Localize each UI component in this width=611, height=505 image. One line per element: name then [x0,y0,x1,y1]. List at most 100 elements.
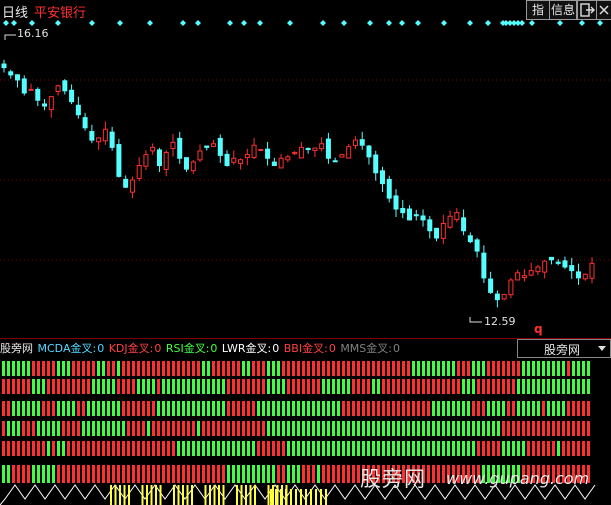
indicator-yellow-bar [240,485,243,505]
candle-body [319,143,325,150]
candle-body [305,147,311,151]
indicator-bar [227,379,230,394]
info-button[interactable]: 信息 [549,0,577,20]
indicator-bar [207,441,210,456]
indicator-bar [472,421,475,436]
indicator-bar [417,379,420,394]
indicator-bar [197,421,200,436]
indicator-bar [442,361,445,376]
signal-diamond [367,20,373,26]
indicator-name[interactable]: 股旁网 [0,342,33,355]
indicator-bar [287,465,290,483]
mms-label: MMS金叉: [340,342,392,355]
indicator-bar [437,441,440,456]
indicator-line [0,484,596,505]
indicator-bar [17,421,20,436]
indicator-bar [147,361,150,376]
indicator-bar [57,441,60,456]
candle-body [204,145,210,148]
indicator-bar [352,465,355,483]
indicator-bar [52,379,55,394]
indicator-bar [77,441,80,456]
indicator-bar [572,421,575,436]
indicator-bar [22,401,25,416]
indicator-bar [522,401,525,416]
indicator-bar [312,379,315,394]
indicator-bar [387,441,390,456]
indicator-bar [252,465,255,483]
indicator-bar [147,465,150,483]
indicator-bar [462,361,465,376]
indicator-bar [257,441,260,456]
indicator-bar [282,361,285,376]
indicator-bar [2,401,5,416]
indicator-bar [472,401,475,416]
indicator-bar [87,421,90,436]
stock-name[interactable]: 平安银行 [34,2,86,21]
indicator-yellow-bar [320,489,322,505]
indicator-bar [252,421,255,436]
indicator-yellow-bar [213,485,216,505]
indicator-bar [142,441,145,456]
indicator-bar [517,401,520,416]
exit-icon[interactable] [577,0,597,20]
indicator-bar [52,441,55,456]
candle-body [150,146,156,152]
indicator-bar [117,465,120,483]
signal-diamond [519,20,525,26]
indicator-bar [192,421,195,436]
indicator-bar [352,441,355,456]
indicator-bar [127,421,130,436]
close-x-icon[interactable] [596,0,611,20]
indicator-selector[interactable]: 股旁网 [517,339,611,358]
indicator-bar [102,441,105,456]
candle-body [62,80,68,92]
indicator-bar [32,401,35,416]
signal-diamond [55,20,61,26]
close-icon [599,5,609,15]
candle-body [15,74,21,81]
candle-body [359,139,365,146]
price-chart[interactable] [0,20,611,338]
indicator-bar [492,421,495,436]
indicator-bar [142,465,145,483]
indicator-bar [467,441,470,456]
indicator-bar [27,379,30,394]
indicator-bar [347,401,350,416]
candle-body [129,179,135,193]
indicator-bar [107,465,110,483]
indicator-bar [52,421,55,436]
indicator-bar [377,401,380,416]
indicator-bar [342,401,345,416]
indicator-bar [182,361,185,376]
indicator-bar [157,361,160,376]
indicator-bar [27,421,30,436]
indicator-bar [447,421,450,436]
indicator-bar [137,421,140,436]
indicator-bar [167,379,170,394]
indicator-bar [402,379,405,394]
indicator-bar [177,361,180,376]
indicator-bar [572,379,575,394]
indicator-bar [347,441,350,456]
indicator-bar [7,401,10,416]
indicator-bar [167,401,170,416]
indicator-yellow-bar [249,485,252,505]
chevron-down-icon[interactable] [598,346,606,351]
indicator-bar [382,379,385,394]
index-button[interactable]: 指 [526,0,550,20]
indicator-bar [422,401,425,416]
indicator-bar [297,465,300,483]
signal-diamond [287,20,293,26]
indicator-bar [467,379,470,394]
indicator-bar [497,441,500,456]
period-label[interactable]: 日线 [2,2,28,21]
indicator-bar [287,361,290,376]
candle-body [440,223,446,239]
indicator-bar [557,379,560,394]
candle-body [454,212,460,221]
indicator-yellow-bar [173,485,175,505]
indicator-bar [172,401,175,416]
indicator-bar [372,441,375,456]
indicator-bar [47,401,50,416]
